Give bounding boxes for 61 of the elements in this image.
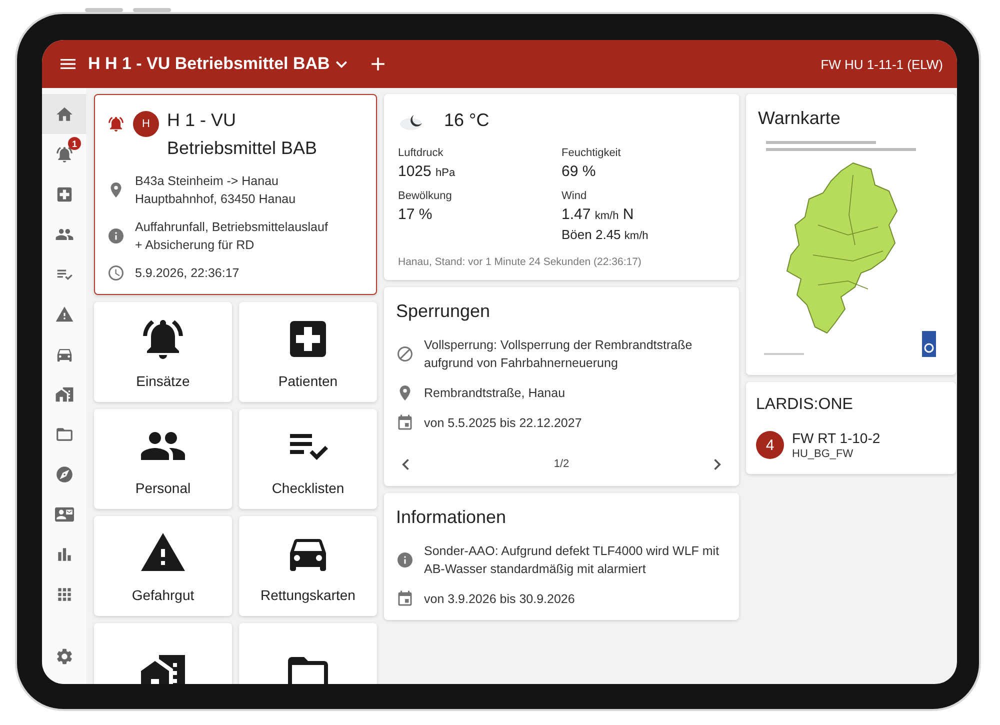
detail-text: Sonder-AAO: Aufgrund defekt TLF4000 wird WLF mit AB-Wasser standardmäßig mit alarmiert — [424, 543, 720, 578]
compass-icon — [54, 464, 74, 484]
module-tile[interactable]: Gefahrgut — [94, 516, 232, 616]
module-tile[interactable]: Checklisten — [239, 409, 377, 509]
incident-card[interactable]: H H 1 - VU Betriebsmittel BAB B43a Steinheim -> Hanau Hauptbahnhof, 63450 Hanau Auffahrunfall, Betriebsmittelauslauf + Absicherung für RD 5.9.2026, 22:36:17 — [94, 94, 377, 295]
module-tile[interactable]: Rettungskarten — [239, 516, 377, 616]
next-button[interactable] — [714, 458, 721, 470]
house-icon — [54, 384, 74, 404]
page-indicator: 1/2 — [554, 458, 570, 470]
metric-label: Feuchtigkeit — [562, 147, 622, 159]
metric-value: 69 % — [562, 163, 597, 180]
gust-value: Böen 2.45 km/h — [562, 227, 650, 242]
detail-text: 5.9.2026, 22:36:17 — [135, 265, 240, 282]
bell-icon — [107, 115, 125, 133]
card-title: Informationen — [396, 507, 508, 528]
notification-badge: 1 — [68, 137, 81, 150]
vehicle-group: HU_BG_FW — [792, 448, 880, 460]
module-tile[interactable]: Patienten — [239, 302, 377, 402]
chevron-left-icon — [402, 458, 409, 470]
module-tile[interactable]: Einsätze — [94, 302, 232, 402]
calendar-icon — [396, 590, 414, 608]
detail-text: Rembrandtstraße, Hanau — [424, 385, 566, 402]
no-entry-icon — [396, 345, 414, 363]
metric-value: 1.47 km/h N — [562, 206, 635, 223]
metric-value: 1025 hPa — [398, 163, 456, 180]
chevron-right-icon — [714, 458, 721, 470]
warning-icon — [54, 304, 74, 324]
home-icon — [54, 104, 74, 124]
card-title: LARDIS:ONE — [756, 396, 854, 414]
bell-icon — [54, 144, 74, 164]
card-title: Warnkarte — [758, 108, 842, 129]
metric-label: Wind — [562, 190, 588, 202]
module-tile[interactable]: Personal — [94, 409, 232, 509]
settings-icon — [54, 646, 74, 666]
detail-text: von 3.9.2026 bis 30.9.2026 — [424, 591, 575, 608]
avatar: H — [133, 111, 159, 137]
metric-label: Luftdruck — [398, 147, 444, 159]
nav-item[interactable]: 1 — [42, 134, 86, 174]
medical-cross-icon — [54, 184, 74, 204]
info-icon — [107, 227, 125, 245]
card-title: Sperrungen — [396, 301, 492, 322]
detail-text: Vollsperrung: Vollsperrung der Rembrandtstraße aufgrund von Fahrbahnerneuerung — [424, 337, 694, 372]
calendar-icon — [396, 414, 414, 432]
detail-text: Auffahrunfall, Betriebsmittelauslauf + Absicherung für RD — [135, 219, 329, 254]
status-indicator: 4 — [756, 431, 784, 459]
chevron-down-icon — [336, 60, 347, 68]
incident-title: H 1 - VU Betriebsmittel BAB — [167, 109, 318, 160]
nav-item[interactable] — [42, 94, 86, 134]
temperature: 16 °C — [444, 110, 490, 131]
contact-card-icon — [54, 504, 74, 524]
vehicle-name: FW RT 1-10-2 — [792, 430, 880, 446]
incident-selector[interactable]: H H 1 - VU Betriebsmittel BAB — [88, 54, 347, 74]
clock-icon — [107, 264, 125, 282]
detail-text: B43a Steinheim -> Hanau Hauptbahnhof, 63450 Hanau — [135, 173, 297, 208]
weather-footer: Hanau, Stand: vor 1 Minute 24 Sekunden (22:36:17) — [398, 256, 725, 268]
previous-button[interactable] — [402, 458, 409, 470]
metric-value: 17 % — [398, 206, 434, 223]
info-icon — [396, 551, 414, 569]
unit-label: FW HU 1-11-1 (ELW) — [820, 56, 943, 72]
metric-label: Bewölkung — [398, 190, 453, 202]
detail-text: von 5.5.2025 bis 22.12.2027 — [424, 415, 582, 432]
